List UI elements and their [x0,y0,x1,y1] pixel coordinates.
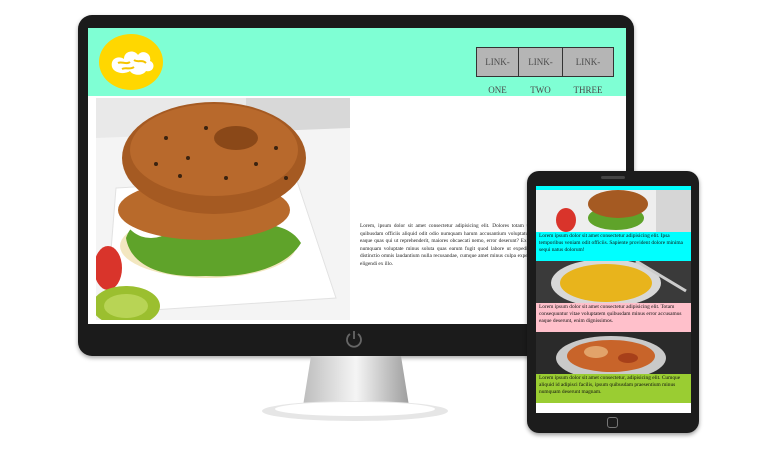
logo-icon[interactable] [98,33,164,91]
nav-link-two[interactable]: LINK-TWO [518,47,563,95]
seafood-pasta-image [536,332,691,374]
mobile-section-text: Lorem ipsum dolor sit amet consectetur, … [536,374,691,403]
home-button-icon[interactable] [607,417,618,428]
mobile-section-1: Lorem ipsum dolor sit amet consectetur a… [536,190,691,261]
bagel-sandwich-image [96,98,350,320]
nav-link-one[interactable]: LINK-ONE [476,47,519,95]
mobile-section-2: Lorem ipsum dolor sit amet consectetur a… [536,261,691,332]
monitor-stand-base [262,401,448,421]
phone-speaker [601,176,625,179]
power-icon[interactable] [344,329,364,349]
nav-link-three[interactable]: LINK-THREE [562,47,614,95]
mobile-section-text: Lorem ipsum dolor sit amet consectetur a… [536,232,691,261]
mobile-section-3: Lorem ipsum dolor sit amet consectetur, … [536,332,691,403]
mobile-screen: Lorem ipsum dolor sit amet consectetur a… [536,186,691,413]
mobile-phone: Lorem ipsum dolor sit amet consectetur a… [527,171,699,433]
mobile-section-text: Lorem ipsum dolor sit amet consectetur a… [536,303,691,332]
bagel-image [536,190,691,232]
site-header: LINK-ONE LINK-TWO LINK-THREE [88,28,626,96]
main-nav: LINK-ONE LINK-TWO LINK-THREE [476,47,614,95]
soup-image [536,261,691,303]
